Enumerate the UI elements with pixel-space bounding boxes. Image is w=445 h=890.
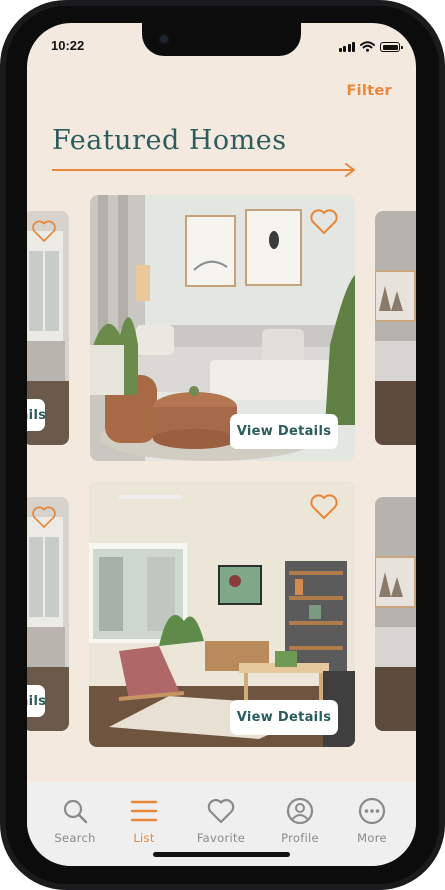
listing-photo bbox=[375, 211, 416, 445]
view-details-button[interactable]: View Details bbox=[230, 414, 338, 449]
signal-icon bbox=[338, 41, 355, 52]
search-icon bbox=[63, 799, 88, 824]
heart-icon[interactable] bbox=[31, 219, 57, 243]
nav-label-favorite: Favorite bbox=[196, 831, 246, 845]
heart-icon[interactable] bbox=[309, 493, 339, 520]
filter-button[interactable]: Filter bbox=[346, 83, 392, 99]
status-icons bbox=[338, 40, 403, 52]
list-icon bbox=[130, 800, 158, 822]
mute-switch bbox=[0, 180, 3, 212]
listing-card-row2-left[interactable]: View Details bbox=[27, 497, 69, 731]
listing-card-row1-center[interactable]: View Details bbox=[90, 195, 355, 461]
listing-card-row1-right[interactable] bbox=[375, 211, 416, 445]
view-details-button[interactable]: View Details bbox=[230, 700, 338, 735]
nav-label-search: Search bbox=[54, 831, 96, 845]
view-details-button[interactable]: View Details bbox=[27, 399, 46, 431]
nav-item-profile[interactable]: Profile bbox=[263, 797, 337, 845]
nav-label-more: More bbox=[357, 831, 387, 845]
profile-icon bbox=[286, 797, 314, 825]
nav-label-profile: Profile bbox=[281, 831, 319, 845]
phone-frame: 10:22 Filter Featured Homes ils View Det… bbox=[0, 0, 445, 890]
camera-icon bbox=[158, 33, 170, 45]
nav-item-list[interactable]: List bbox=[107, 797, 181, 845]
nav-item-more[interactable]: More bbox=[335, 797, 409, 845]
listing-card-row2-center[interactable]: View Details bbox=[89, 481, 355, 747]
listing-photo bbox=[375, 497, 416, 731]
heart-icon[interactable] bbox=[31, 505, 57, 529]
screen: 10:22 Filter Featured Homes ils View Det… bbox=[27, 23, 416, 866]
nav-label-list: List bbox=[133, 831, 155, 845]
home-indicator bbox=[153, 852, 290, 857]
listing-card-row1-left[interactable]: View Details bbox=[27, 211, 69, 445]
more-icon bbox=[358, 797, 386, 825]
arrow-right-icon bbox=[52, 163, 355, 177]
nav-item-favorite[interactable]: Favorite bbox=[184, 797, 258, 845]
volume-up-button bbox=[0, 240, 3, 304]
notch bbox=[142, 23, 301, 56]
wifi-icon bbox=[360, 41, 375, 52]
listing-card-row2-right[interactable] bbox=[375, 497, 416, 731]
heart-icon bbox=[207, 799, 235, 824]
view-details-button[interactable]: View Details bbox=[27, 685, 46, 717]
volume-down-button bbox=[0, 320, 3, 384]
nav-item-search[interactable]: Search bbox=[38, 797, 112, 845]
status-time: 10:22 bbox=[51, 38, 85, 53]
page-title: Featured Homes bbox=[52, 125, 287, 156]
heart-icon[interactable] bbox=[309, 208, 339, 235]
battery-icon bbox=[380, 42, 403, 52]
